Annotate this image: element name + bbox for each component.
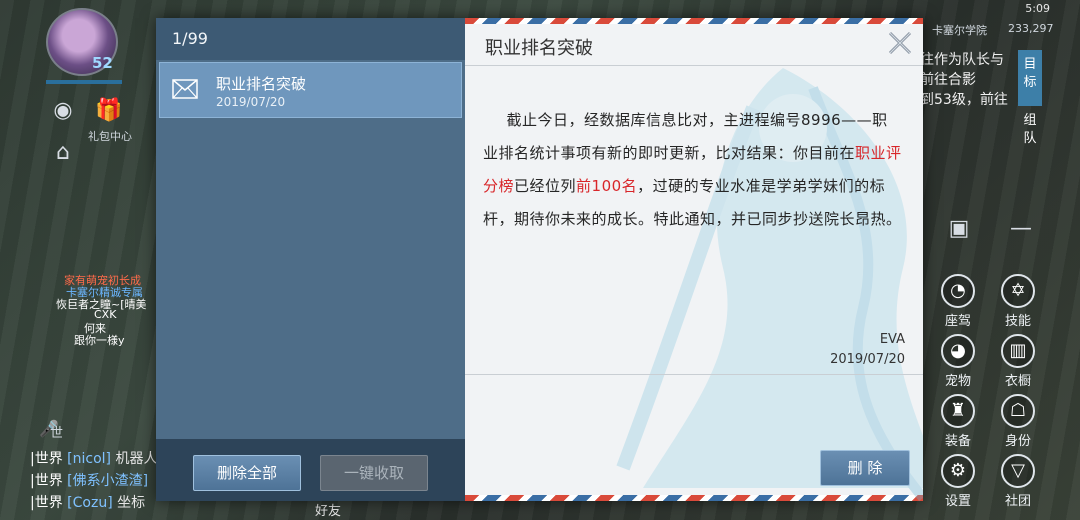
status-coords: 233,297 <box>1008 22 1054 35</box>
home-icon[interactable]: ⌂ <box>48 138 78 168</box>
menu-wardrobe[interactable]: ▥ 衣橱 <box>990 334 1046 389</box>
content-divider <box>465 374 923 375</box>
chat-log[interactable]: |世界 [nicol] 机器人 |世界 [佛系小渣渣] |世界 [Cozu] 坐… <box>30 448 160 514</box>
envelope-border-top <box>465 18 923 24</box>
menu-pet[interactable]: ◕ 宠物 <box>930 334 986 389</box>
speedometer-icon: ◔ <box>941 274 975 308</box>
mail-list-panel: 1/99 职业排名突破 2019/07/20 删除全部 一键收取 <box>156 18 465 501</box>
tab-team[interactable]: 组队 <box>1018 106 1042 162</box>
chat-channel-toggle[interactable]: 世 <box>50 422 63 441</box>
tab-target[interactable]: 目标 <box>1018 50 1042 106</box>
status-bar: 5:09 <box>1025 2 1050 15</box>
menu-skill[interactable]: ✡ 技能 <box>990 274 1046 329</box>
mail-title: 职业排名突破 <box>485 38 593 59</box>
envelope-icon <box>172 79 198 99</box>
bag-icon[interactable]: ▣ <box>944 214 974 244</box>
menu-settings[interactable]: ⚙ 设置 <box>930 454 986 509</box>
status-time: 5:09 <box>1025 2 1050 15</box>
float-text: 跟你一様y <box>74 334 125 347</box>
friends-button[interactable]: 好友 <box>315 500 341 519</box>
delete-button[interactable]: 删 除 <box>820 450 910 486</box>
wardrobe-icon: ▥ <box>1001 334 1035 368</box>
mail-content-panel: 职业排名突破 截止今日，经数据库信息比对，主进程编号8996——职业排名统计事项… <box>465 18 923 501</box>
player-level: 52 <box>92 54 113 72</box>
guild-icon: ▽ <box>1001 454 1035 488</box>
chat-line: |世界 [Cozu] 坐标 <box>30 495 146 511</box>
star-icon: ✡ <box>1001 274 1035 308</box>
menu-identity[interactable]: ☖ 身份 <box>990 394 1046 449</box>
mail-dialog: 1/99 职业排名突破 2019/07/20 删除全部 一键收取 职业排名突破 <box>156 18 923 501</box>
mail-item-title: 职业排名突破 <box>216 75 307 93</box>
highlight-top-rank: 前100名 <box>576 177 638 195</box>
quest-tabs: 目标 组队 <box>1018 50 1042 162</box>
mail-list-item[interactable]: 职业排名突破 2019/07/20 <box>159 62 462 118</box>
gift-center-label: 礼包中心 <box>88 130 132 143</box>
menu-guild[interactable]: ▽ 社团 <box>990 454 1046 509</box>
mail-counter: 1/99 <box>156 18 465 60</box>
menu-equipment[interactable]: ♜ 装备 <box>930 394 986 449</box>
shirt-icon: ♜ <box>941 394 975 428</box>
mail-signature: EVA 2019/07/20 <box>830 330 905 370</box>
exp-bar <box>46 80 122 84</box>
chat-line: |世界 [nicol] 机器人 <box>30 451 158 467</box>
mail-list-footer: 删除全部 一键收取 <box>156 439 465 501</box>
mail-body-text: 已经位列 <box>514 177 577 195</box>
gear-icon: ⚙ <box>941 454 975 488</box>
mail-item-date: 2019/07/20 <box>216 95 286 109</box>
collect-all-button[interactable]: 一键收取 <box>320 455 428 491</box>
eye-icon[interactable]: ◉ <box>48 96 78 126</box>
close-icon[interactable] <box>887 30 913 56</box>
pet-icon: ◕ <box>941 334 975 368</box>
menu-collapse-icon[interactable]: — <box>1006 214 1036 244</box>
mail-body-text: 截止今日，经数据库信息比对，主进程编号8996——职业排名统计事项有新的即时更新… <box>483 111 888 162</box>
id-card-icon: ☖ <box>1001 394 1035 428</box>
mail-sender: EVA <box>879 332 905 347</box>
mail-body: 截止今日，经数据库信息比对，主进程编号8996——职业排名统计事项有新的即时更新… <box>483 104 903 236</box>
title-divider <box>465 65 923 66</box>
delete-all-button[interactable]: 删除全部 <box>193 455 301 491</box>
chat-line: |世界 [佛系小渣渣] <box>30 473 149 489</box>
gift-icon[interactable]: 🎁 <box>94 96 124 126</box>
mail-date: 2019/07/20 <box>830 352 905 367</box>
status-location: 卡塞尔学院 <box>932 24 987 37</box>
menu-mount[interactable]: ◔ 座驾 <box>930 274 986 329</box>
quest-tracker[interactable]: 往作为队长与 前往合影 到53级，前往 <box>920 50 1016 110</box>
